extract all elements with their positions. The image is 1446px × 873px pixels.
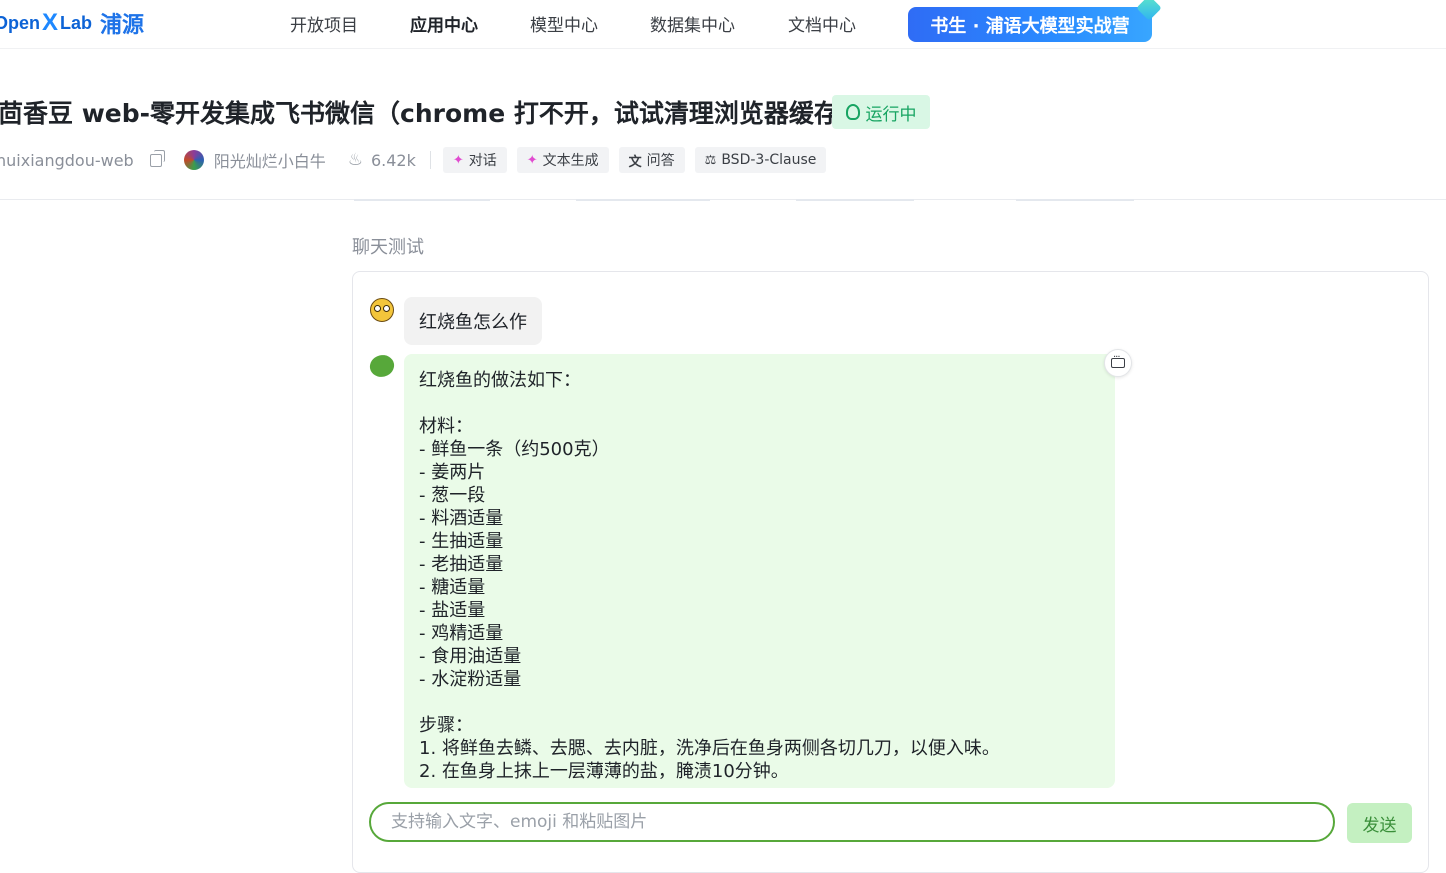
author-name[interactable]: 阳光灿烂小白牛 (214, 148, 326, 172)
promo-label: 书生 · 浦语大模型实战营 (930, 15, 1130, 37)
meta-separator (429, 151, 431, 169)
bot-message-line: - 料酒适量 (419, 508, 504, 529)
bot-message-line: - 水淀粉适量 (419, 669, 522, 690)
user-avatar (370, 298, 394, 322)
project-meta-row: huixiangdou-web 阳光灿烂小白牛 ♨ 6.42k ✦ 对话 ✦ 文… (0, 146, 836, 174)
chat-panel: 红烧鱼怎么作 红烧鱼的做法如下： 材料： - 鲜鱼一条（约500克） - 姜两片 - … (352, 271, 1429, 873)
header-divider (0, 199, 1446, 200)
openxlab-logo[interactable]: Open X Lab 浦源 (0, 6, 144, 40)
nav-app-center[interactable]: 应用中心 (410, 11, 478, 36)
tag-chat[interactable]: ✦ 对话 (442, 147, 507, 173)
bot-message-line (419, 392, 1100, 415)
tag-text-generation[interactable]: ✦ 文本生成 (516, 147, 609, 173)
bot-message-line: - 糖适量 (419, 577, 486, 598)
tab-underline (576, 199, 710, 201)
promo-banner-button[interactable]: 书生 · 浦语大模型实战营 (908, 0, 1162, 42)
status-badge: 运行中 (832, 95, 930, 129)
tag-license[interactable]: ⚖ BSD-3-Clause (694, 147, 827, 173)
send-button[interactable]: 发送 (1347, 803, 1412, 843)
tag-label: 文本生成 (542, 153, 599, 169)
bot-message-line: 红烧鱼的做法如下： (419, 370, 581, 391)
running-icon (845, 104, 860, 120)
logo-open-text: Open (0, 12, 41, 33)
tag-label: 问答 (646, 153, 675, 169)
user-message-bubble: 红烧鱼怎么作 (404, 297, 542, 345)
author-avatar[interactable] (183, 150, 204, 170)
bot-message-line: - 鸡精适量 (419, 623, 504, 644)
logo-cn-text: 浦源 (100, 13, 145, 38)
nav-model-center[interactable]: 模型中心 (530, 11, 598, 36)
tab-underline (354, 199, 490, 201)
nav-dataset-center[interactable]: 数据集中心 (650, 11, 735, 36)
nav-divider (0, 48, 1446, 49)
nav-open-projects[interactable]: 开放项目 (290, 11, 358, 36)
bot-message-line: 步骤： (419, 715, 473, 736)
comment-icon[interactable] (1104, 349, 1132, 377)
scale-icon: ⚖ (704, 152, 717, 168)
sparkle-icon: ✦ (452, 152, 464, 168)
bot-message-line: 2. 在鱼身上抹上一层薄薄的盐，腌渍10分钟。 (419, 761, 789, 782)
bot-message-line: - 老抽适量 (419, 554, 504, 575)
bot-message-line: 材料： (419, 416, 473, 437)
view-count: 6.42k (370, 150, 416, 170)
bot-message-line: - 盐适量 (419, 600, 486, 621)
bot-avatar (365, 350, 399, 382)
tag-label: 对话 (468, 153, 497, 169)
copy-icon[interactable] (149, 149, 165, 167)
user-message-text: 红烧鱼怎么作 (419, 312, 527, 333)
project-title: 茴香豆 web-零开发集成飞书微信（chrome 打不开，试试清理浏览器缓存） (0, 99, 864, 128)
tab-underline (796, 199, 914, 201)
comment-bubble-icon (1111, 352, 1125, 368)
translate-icon: 文 (628, 154, 642, 170)
gem-icon (1136, 0, 1162, 21)
status-label: 运行中 (865, 104, 917, 125)
tag-qa[interactable]: 文 问答 (618, 147, 685, 173)
bot-message-line: 1. 将鲜鱼去鳞、去腮、去内脏，洗净后在鱼身两侧各切几刀，以便入味。 (419, 738, 1000, 759)
repo-name: huixiangdou-web (0, 150, 134, 170)
tab-underline (1016, 199, 1134, 201)
logo-x-text: X (42, 9, 59, 36)
bot-message-line: - 食用油适量 (419, 646, 522, 667)
chat-section-title: 聊天测试 (352, 237, 424, 258)
bot-message-line: - 葱一段 (419, 485, 486, 506)
tag-label: BSD-3-Clause (721, 152, 817, 168)
bot-message-line (419, 691, 1100, 714)
chat-input[interactable] (369, 802, 1335, 842)
bot-message-line: - 鲜鱼一条（约500克） (419, 439, 610, 460)
sparkle-icon: ✦ (526, 152, 538, 168)
bot-message-bubble: 红烧鱼的做法如下： 材料： - 鲜鱼一条（约500克） - 姜两片 - 葱一段 - 料酒… (404, 354, 1115, 788)
fire-icon: ♨ (347, 150, 363, 170)
bot-message-line: - 姜两片 (419, 462, 486, 483)
bot-message-line: - 生抽适量 (419, 531, 504, 552)
logo-lab-text: Lab (60, 12, 93, 33)
top-navbar: Open X Lab 浦源 开放项目 应用中心 模型中心 数据集中心 文档中心 … (0, 0, 1446, 48)
nav-docs-center[interactable]: 文档中心 (788, 11, 856, 36)
